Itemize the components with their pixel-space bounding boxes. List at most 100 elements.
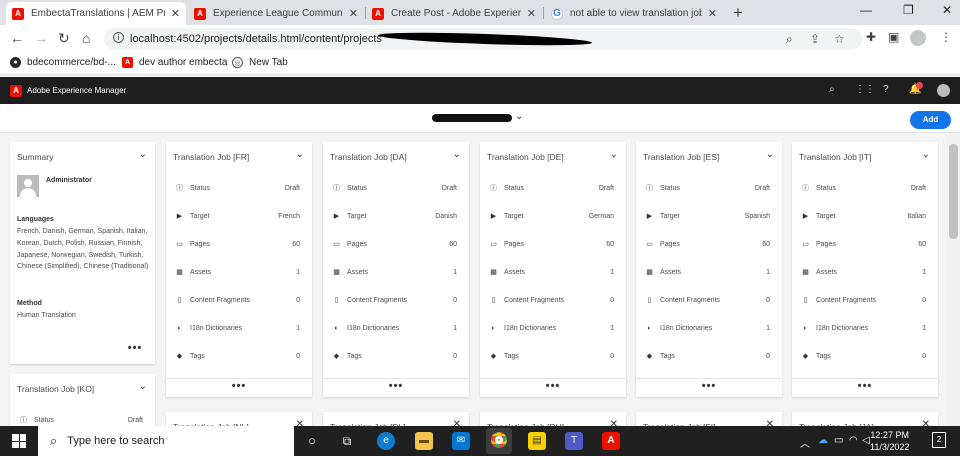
- help-icon[interactable]: ?: [883, 84, 889, 95]
- row-value: Draft: [441, 184, 457, 192]
- reload-button[interactable]: ↻: [58, 30, 70, 47]
- status-row: ⓘ Status Draft: [175, 182, 300, 194]
- sticky-notes-icon[interactable]: ▤: [528, 432, 546, 450]
- close-icon[interactable]: ✕: [610, 419, 618, 426]
- translation-job-card-ko[interactable]: Translation Job [KO] ⌄ ⓘ Status Draft: [10, 374, 155, 426]
- tab-google-search[interactable]: G not able to view translation jobs ✕: [545, 2, 723, 25]
- bookmark-star-icon[interactable]: ☆: [834, 32, 845, 46]
- zoom-icon[interactable]: ⌕: [786, 32, 793, 47]
- user-avatar[interactable]: [937, 84, 950, 97]
- chevron-down-icon[interactable]: ⌄: [610, 149, 618, 160]
- tab-create-post[interactable]: A Create Post - Adobe Experience ✕: [366, 2, 542, 25]
- site-info-icon[interactable]: i: [113, 32, 124, 43]
- chevron-down-icon[interactable]: ⌄: [139, 149, 147, 160]
- taskbar-search-box[interactable]: ⌕ Type here to search: [38, 426, 294, 456]
- translation-job-card[interactable]: Translation Job [IT] ⌄ ⓘ Status Draft ▶ …: [792, 142, 938, 397]
- menu-kebab-icon[interactable]: ⋮: [940, 30, 952, 44]
- product-title[interactable]: Adobe Experience Manager: [27, 86, 126, 95]
- bookmark-dev-author[interactable]: A dev author embecta: [122, 57, 227, 68]
- close-icon[interactable]: ✕: [296, 419, 304, 426]
- share-icon[interactable]: ⇪: [810, 32, 820, 46]
- target-row: ▶ Target French: [175, 210, 300, 222]
- chrome-icon[interactable]: [486, 428, 512, 454]
- translation-job-card[interactable]: Translation Job [FI] ✕: [636, 412, 782, 426]
- solutions-grid-icon[interactable]: ⋮⋮: [855, 84, 875, 95]
- teams-icon[interactable]: T: [565, 432, 583, 450]
- row-label: Content Fragments: [816, 296, 876, 304]
- bookmark-new-tab[interactable]: ◎ New Tab: [232, 57, 288, 68]
- profile-avatar[interactable]: [910, 30, 926, 46]
- more-actions-button[interactable]: •••: [128, 342, 143, 354]
- project-title-redacted[interactable]: [432, 114, 512, 122]
- row-value: 1: [922, 268, 926, 276]
- notification-center-icon[interactable]: 2: [932, 432, 946, 448]
- forward-button[interactable]: →: [34, 30, 48, 46]
- file-explorer-icon[interactable]: ▬: [415, 432, 433, 450]
- onedrive-icon[interactable]: ☁: [818, 435, 828, 446]
- add-button[interactable]: Add: [910, 111, 951, 129]
- close-icon[interactable]: ✕: [922, 419, 930, 426]
- translation-job-card[interactable]: Translation Job [ES] ⌄ ⓘ Status Draft ▶ …: [636, 142, 782, 397]
- edge-icon[interactable]: e: [377, 432, 395, 450]
- minimize-button[interactable]: —: [860, 3, 872, 17]
- tab-experience-league[interactable]: A Experience League Community ✕: [188, 2, 364, 25]
- search-icon[interactable]: ⌕: [829, 84, 835, 95]
- assets-row: ▦ Assets 1: [801, 266, 926, 278]
- bookmark-github[interactable]: ● bdecommerce/bd-...: [10, 57, 116, 68]
- adobe-app-icon[interactable]: A: [602, 432, 620, 450]
- card-title: Summary: [17, 152, 54, 162]
- mail-icon[interactable]: ✉: [452, 432, 470, 450]
- extensions-icon[interactable]: ✚: [866, 30, 876, 44]
- taskbar-clock[interactable]: 12:27 PM 11/3/2022: [870, 429, 909, 453]
- notification-badge: [916, 82, 923, 89]
- tags-row: ◆ Tags 0: [645, 350, 770, 362]
- chevron-down-icon[interactable]: ⌄: [296, 149, 304, 160]
- row-value: French: [278, 212, 300, 220]
- more-actions-button[interactable]: •••: [858, 380, 873, 392]
- close-icon[interactable]: ✕: [766, 419, 774, 426]
- chevron-down-icon[interactable]: ⌄: [515, 111, 523, 122]
- back-button[interactable]: ←: [10, 30, 24, 46]
- tab-embecta-translations[interactable]: A EmbectaTranslations | AEM Proje ✕: [6, 2, 186, 25]
- home-button[interactable]: ⌂: [82, 30, 90, 46]
- address-bar[interactable]: i localhost:4502/projects/details.html/c…: [104, 28, 862, 50]
- row-value: 0: [296, 296, 300, 304]
- new-tab-button[interactable]: +: [733, 3, 743, 23]
- vertical-scrollbar[interactable]: [947, 134, 960, 426]
- scrollbar-thumb[interactable]: [949, 144, 958, 239]
- translation-job-card[interactable]: Translation Job [FR] ⌄ ⓘ Status Draft ▶ …: [166, 142, 312, 397]
- wifi-icon[interactable]: ◠: [849, 435, 858, 446]
- close-icon[interactable]: ✕: [171, 7, 180, 20]
- side-panel-icon[interactable]: ▣: [888, 30, 899, 44]
- clock-date: 11/3/2022: [870, 442, 910, 452]
- more-actions-button[interactable]: •••: [546, 380, 561, 392]
- close-window-button[interactable]: ✕: [942, 3, 952, 17]
- translation-job-card[interactable]: Translation Job [PL] ✕: [323, 412, 469, 426]
- translation-job-card[interactable]: Translation Job [JA] ✕: [792, 412, 938, 426]
- close-icon[interactable]: ✕: [527, 7, 536, 20]
- chevron-down-icon[interactable]: ⌄: [453, 149, 461, 160]
- more-actions-button[interactable]: •••: [389, 380, 404, 392]
- cortana-icon[interactable]: ○: [303, 432, 321, 450]
- adobe-logo-icon[interactable]: A: [10, 85, 22, 97]
- method-value: Human Translation: [17, 312, 76, 319]
- info-icon: ⓘ: [646, 185, 653, 192]
- task-view-icon[interactable]: ⧉: [338, 432, 356, 450]
- close-icon[interactable]: ✕: [708, 7, 717, 20]
- translation-job-card[interactable]: Translation Job [NL] ✕: [166, 412, 312, 426]
- close-icon[interactable]: ✕: [349, 7, 358, 20]
- chevron-up-icon[interactable]: ︿: [800, 435, 810, 450]
- chevron-down-icon[interactable]: ⌄: [922, 149, 930, 160]
- chevron-down-icon[interactable]: ⌄: [139, 381, 147, 392]
- restore-button[interactable]: ❐: [903, 3, 914, 17]
- windows-start-icon[interactable]: [12, 434, 26, 448]
- translation-job-card[interactable]: Translation Job [DE] ⌄ ⓘ Status Draft ▶ …: [480, 142, 626, 397]
- volume-icon[interactable]: ◁: [862, 435, 870, 446]
- translation-job-card[interactable]: Translation Job [RU] ✕: [480, 412, 626, 426]
- close-icon[interactable]: ✕: [453, 419, 461, 426]
- battery-icon[interactable]: ▭: [834, 435, 843, 446]
- more-actions-button[interactable]: •••: [232, 380, 247, 392]
- chevron-down-icon[interactable]: ⌄: [766, 149, 774, 160]
- translation-job-card[interactable]: Translation Job [DA] ⌄ ⓘ Status Draft ▶ …: [323, 142, 469, 397]
- more-actions-button[interactable]: •••: [702, 380, 717, 392]
